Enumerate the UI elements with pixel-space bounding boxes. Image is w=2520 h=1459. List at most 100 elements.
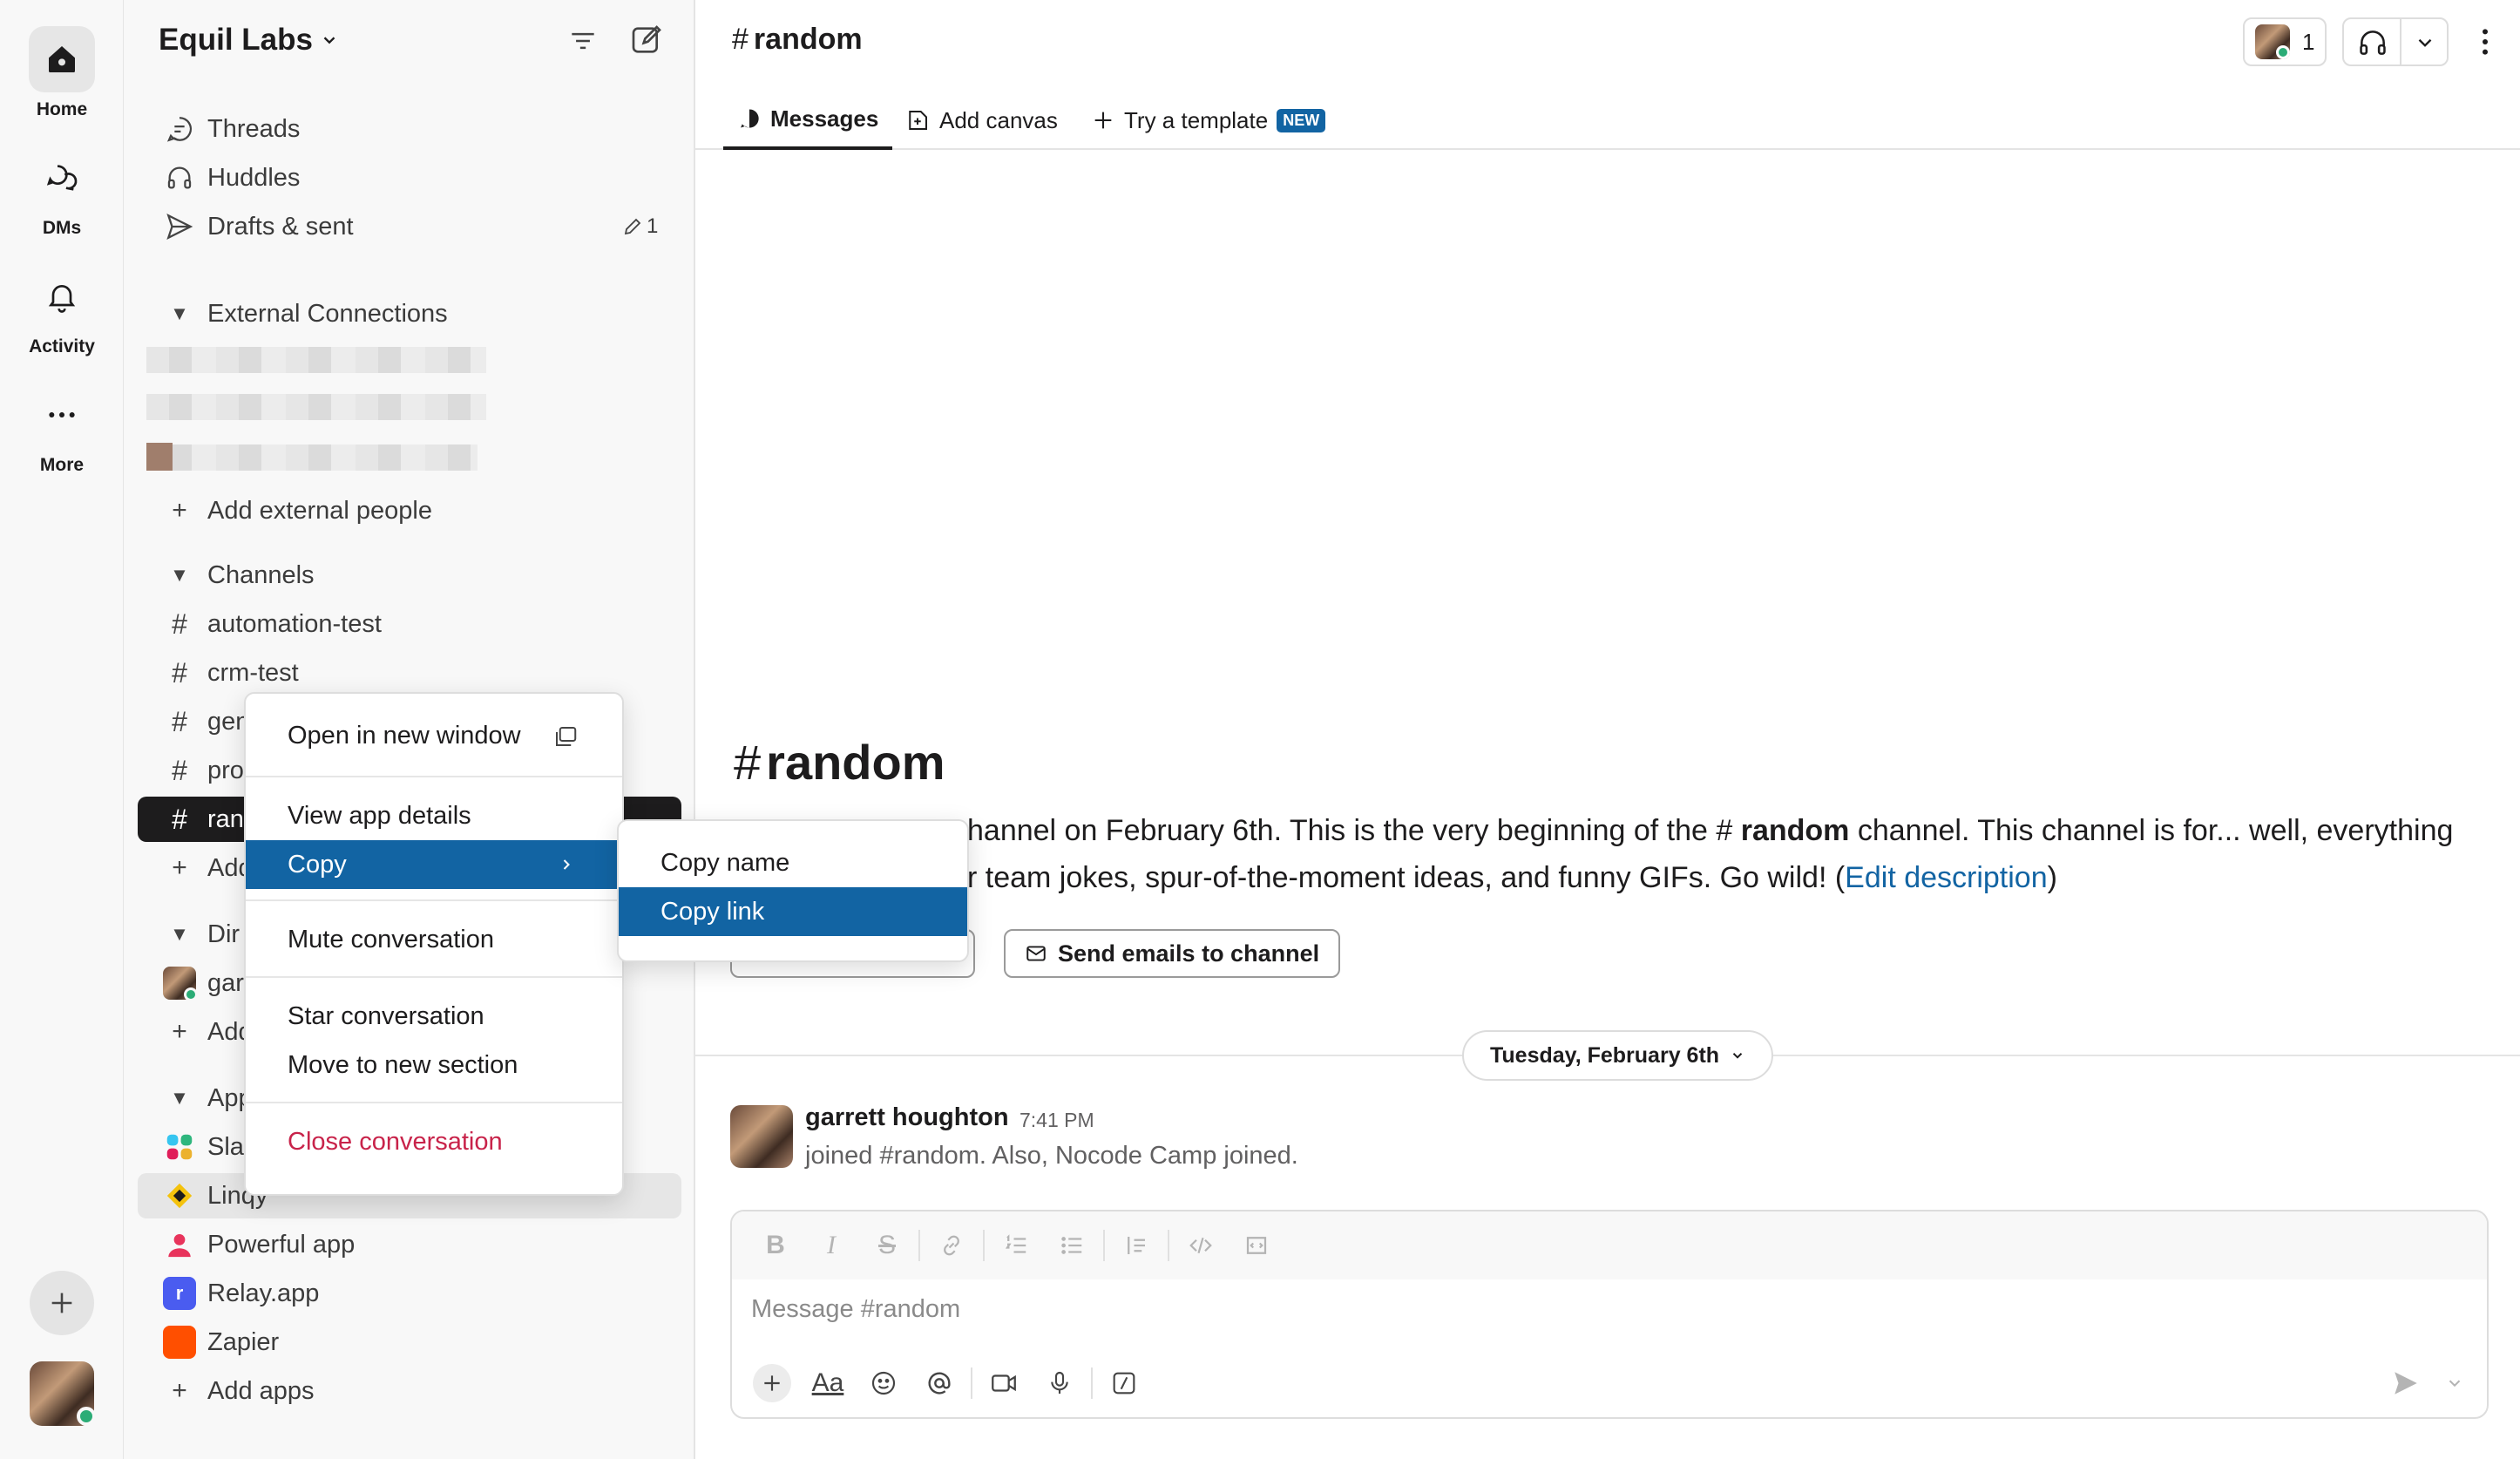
rail-activity-label: Activity [29, 336, 95, 356]
caret-down-icon: ▼ [170, 564, 189, 586]
rail-more[interactable]: More [0, 382, 124, 476]
slash-command-icon[interactable] [1096, 1369, 1152, 1397]
send-icon[interactable] [2391, 1368, 2421, 1398]
sidebar-item-threads[interactable]: Threads [124, 106, 695, 152]
formatting-toolbar: B I S [732, 1211, 2487, 1279]
bold-icon[interactable]: B [748, 1231, 803, 1260]
compose-icon[interactable] [629, 23, 664, 58]
strikethrough-icon[interactable]: S [859, 1231, 915, 1260]
message-input[interactable] [751, 1295, 2459, 1324]
code-icon[interactable] [1173, 1232, 1229, 1259]
caret-down-icon: ▼ [170, 1087, 189, 1109]
menu-copy-link[interactable]: Copy link [619, 887, 967, 936]
channel-title[interactable]: # random [732, 23, 863, 57]
plus-icon: + [172, 1017, 187, 1046]
menu-open-new-window[interactable]: Open in new window [246, 711, 622, 760]
video-icon[interactable] [976, 1368, 1032, 1398]
rail-home[interactable]: Home [0, 26, 124, 120]
emoji-icon[interactable] [856, 1369, 911, 1397]
rail-home-label: Home [36, 99, 88, 119]
caret-down-icon: ▼ [170, 923, 189, 945]
sidebar-app-powerful-app[interactable]: Powerful app [124, 1222, 695, 1267]
send-controls [2391, 1368, 2464, 1398]
plus-icon [753, 1364, 791, 1402]
tab-try-template[interactable]: Try a template NEW [1091, 91, 1326, 150]
channel-intro-title: # random [734, 735, 945, 790]
date-divider[interactable]: Tuesday, February 6th [1462, 1030, 1774, 1081]
menu-close-conversation[interactable]: Close conversation [246, 1117, 622, 1166]
tab-messages[interactable]: Messages [723, 91, 893, 150]
workspace-name[interactable]: Equil Labs [159, 23, 339, 58]
code-block-icon[interactable] [1229, 1232, 1284, 1259]
rail-more-label: More [39, 455, 85, 475]
sidebar-item-drafts[interactable]: Drafts & sent 1 [124, 204, 695, 249]
menu-copy-name[interactable]: Copy name [619, 838, 967, 887]
menu-star-conversation[interactable]: Star conversation [246, 992, 622, 1041]
menu-move-to-new-section[interactable]: Move to new section [246, 1041, 622, 1089]
hash-icon: # [172, 607, 187, 640]
chevron-down-icon [323, 37, 335, 44]
sidebar-app-relay[interactable]: r Relay.app [124, 1271, 695, 1316]
hash-icon: # [732, 23, 749, 56]
send-emails-button[interactable]: Send emails to channel [1004, 929, 1341, 978]
linqy-logo-icon [162, 1178, 197, 1213]
relay-logo-icon: r [162, 1276, 197, 1311]
chevron-right-icon [563, 859, 570, 870]
tab-add-canvas[interactable]: Add canvas [904, 91, 1058, 150]
message-body: joined #random. Also, Nocode Camp joined… [805, 1142, 1298, 1170]
message-avatar[interactable] [730, 1105, 793, 1168]
sidebar-item-huddles[interactable]: Huddles [124, 155, 695, 200]
add-workspace-button[interactable] [30, 1271, 94, 1335]
conversation-context-menu: Open in new window View app details Copy… [244, 692, 624, 1196]
threads-icon [162, 112, 197, 146]
section-channels[interactable]: ▼ Channels [124, 553, 695, 598]
person-icon [162, 1227, 197, 1262]
canvas-icon [909, 111, 927, 130]
formatting-toggle-icon[interactable]: Aa [800, 1368, 856, 1398]
filter-icon[interactable] [566, 24, 600, 58]
plus-icon: + [172, 853, 187, 882]
menu-mute-conversation[interactable]: Mute conversation [246, 915, 622, 964]
edit-description-link[interactable]: Edit description [1845, 861, 2047, 894]
message-composer: B I S Aa [730, 1210, 2489, 1419]
presence-dot [77, 1407, 96, 1426]
mention-icon[interactable] [911, 1369, 967, 1397]
section-external-connections[interactable]: ▼ External Connections [124, 291, 695, 336]
microphone-icon[interactable] [1032, 1369, 1087, 1397]
menu-copy[interactable]: Copy [246, 840, 622, 889]
ordered-list-icon[interactable] [988, 1232, 1044, 1259]
rail-dms[interactable]: DMs [0, 145, 124, 239]
message-bubble-icon [741, 109, 759, 128]
send-icon [162, 209, 197, 244]
add-apps[interactable]: + Add apps [124, 1368, 695, 1414]
message-author[interactable]: garrett houghton [805, 1103, 1009, 1132]
dm-bubbles-icon [29, 145, 95, 211]
hash-icon: # [172, 705, 187, 737]
plus-icon [1094, 112, 1112, 129]
sidebar-channel-crm-test[interactable]: # crm-test [124, 650, 695, 696]
rail-activity[interactable]: Activity [0, 263, 124, 357]
menu-view-app-details[interactable]: View app details [246, 791, 622, 840]
sidebar-app-zapier[interactable]: Zapier [124, 1320, 695, 1365]
attach-plus-button[interactable] [744, 1364, 800, 1402]
sidebar-channel-automation-test[interactable]: # automation-test [124, 601, 695, 647]
headphones-icon [162, 160, 197, 195]
plus-icon: + [172, 496, 187, 525]
blockquote-icon[interactable] [1108, 1232, 1164, 1259]
headphones-icon [2356, 26, 2389, 59]
channel-mention[interactable]: # random [1716, 814, 1849, 847]
huddle-button[interactable] [2342, 17, 2449, 66]
user-avatar[interactable] [30, 1361, 96, 1426]
channel-view: # random 1 Messages Add canvas Try a tem… [695, 0, 2520, 1459]
chevron-down-icon[interactable] [2414, 31, 2436, 54]
bulleted-list-icon[interactable] [1044, 1232, 1100, 1259]
members-button[interactable]: 1 [2243, 17, 2327, 66]
chevron-down-icon[interactable] [2445, 1374, 2464, 1393]
message-timestamp[interactable]: 7:41 PM [1020, 1109, 1094, 1132]
more-vertical-icon[interactable] [2468, 24, 2503, 59]
link-icon[interactable] [924, 1232, 979, 1259]
caret-down-icon: ▼ [170, 302, 189, 324]
italic-icon[interactable]: I [803, 1231, 859, 1260]
bell-icon [29, 263, 95, 329]
add-external-people[interactable]: + Add external people [124, 488, 695, 533]
